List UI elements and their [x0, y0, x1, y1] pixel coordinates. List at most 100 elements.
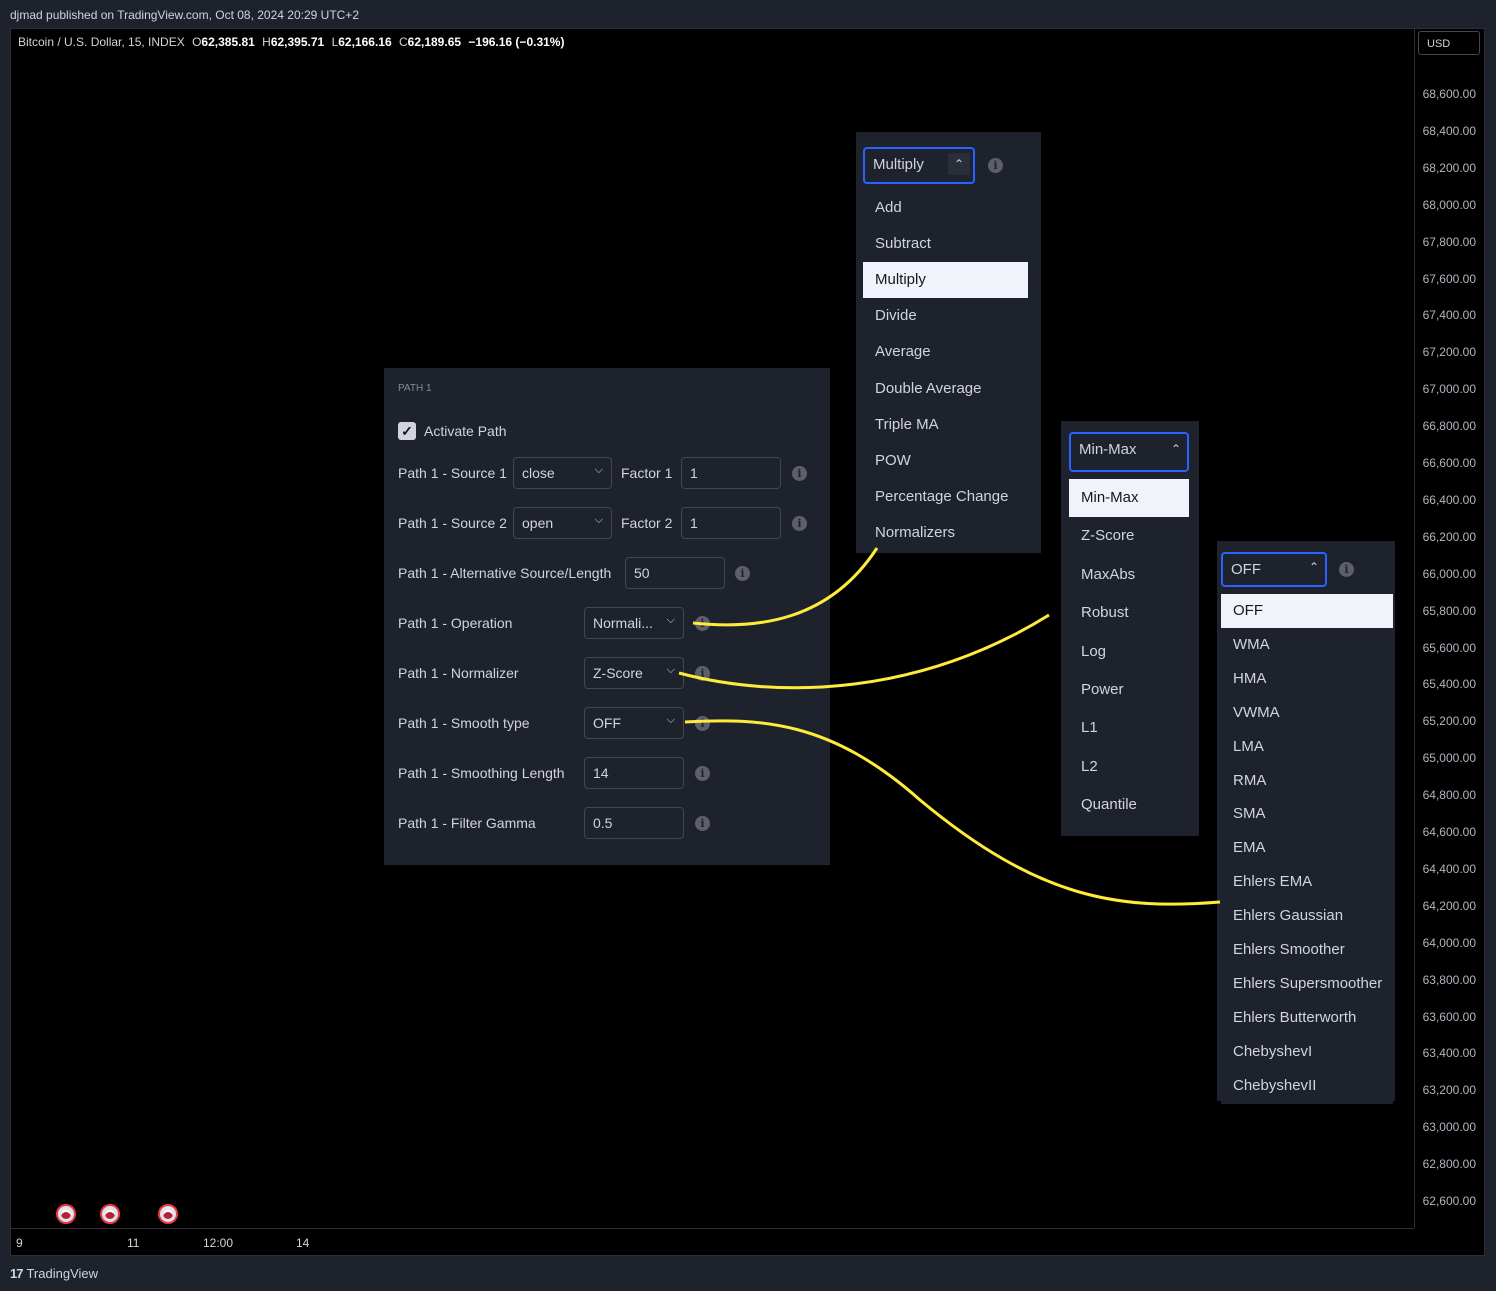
smooth-type-option[interactable]: Ehlers Butterworth: [1221, 1001, 1393, 1035]
normalizer-option[interactable]: Min-Max: [1069, 479, 1189, 518]
price-label: 63,400.00: [1422, 1046, 1476, 1061]
price-label: 65,200.00: [1422, 714, 1476, 729]
info-icon[interactable]: i: [1339, 562, 1354, 577]
source1-select[interactable]: close ⌵: [513, 457, 612, 489]
operation-option[interactable]: Multiply: [863, 262, 1028, 299]
smooth-type-select[interactable]: OFF ⌵: [584, 707, 684, 739]
us-flag-event-icon[interactable]: [158, 1204, 178, 1224]
price-axis[interactable]: 68,600.00 68,400.00 68,200.00 68,000.00 67,8…: [1414, 28, 1486, 1228]
price-label: 67,800.00: [1422, 234, 1476, 249]
operation-select[interactable]: Normali... ⌵: [584, 607, 684, 639]
operation-option[interactable]: Triple MA: [863, 407, 1028, 443]
normalizer-option[interactable]: MaxAbs: [1069, 556, 1189, 594]
operation-options: Add Subtract Multiply Divide Average Double A…: [863, 190, 1028, 550]
price-label: 64,800.00: [1422, 788, 1476, 803]
operation-option[interactable]: Normalizers: [863, 515, 1028, 551]
ohlc-change: −196.16 (−0.31%): [468, 35, 565, 49]
us-flag-event-icon[interactable]: [56, 1204, 76, 1224]
chevron-down-icon: ⌵: [666, 714, 675, 726]
smooth-type-label: Path 1 - Smooth type: [398, 715, 530, 731]
ohlc-high: H62,395.71: [262, 35, 325, 49]
smooth-type-option[interactable]: VWMA: [1221, 696, 1393, 730]
price-label: 68,000.00: [1422, 197, 1476, 212]
price-label: 64,400.00: [1422, 861, 1476, 876]
factor1-input[interactable]: 1: [681, 457, 781, 489]
price-label: 62,800.00: [1422, 1157, 1476, 1172]
price-label: 64,600.00: [1422, 825, 1476, 839]
source2-select[interactable]: open ⌵: [513, 507, 612, 539]
info-icon[interactable]: i: [735, 566, 750, 581]
chevron-down-icon: ⌵: [666, 664, 675, 676]
smooth-type-option[interactable]: Ehlers Smoother: [1221, 933, 1393, 967]
price-label: 63,800.00: [1422, 972, 1476, 987]
filter-gamma-input[interactable]: 0.5: [584, 807, 684, 839]
factor1-label: Factor 1: [621, 465, 673, 481]
normalizer-option[interactable]: Z-Score: [1069, 517, 1189, 555]
operation-option[interactable]: POW: [863, 443, 1028, 479]
chevron-down-icon: ⌵: [594, 464, 603, 476]
operation-dropdown-select[interactable]: Multiply ⌃: [863, 147, 975, 184]
normalizer-option[interactable]: L2: [1069, 748, 1189, 786]
source1-label: Path 1 - Source 1: [398, 465, 507, 481]
activate-path-checkbox[interactable]: ✓: [398, 422, 416, 440]
normalizer-option[interactable]: Power: [1069, 671, 1189, 709]
normalizer-option[interactable]: Log: [1069, 633, 1189, 671]
smooth-type-option[interactable]: ChebyshevI: [1221, 1035, 1393, 1069]
price-label: 64,000.00: [1422, 935, 1476, 950]
price-label: 63,600.00: [1422, 1009, 1476, 1024]
factor2-input[interactable]: 1: [681, 507, 781, 539]
normalizer-dropdown-select[interactable]: Min-Max ⌃: [1069, 432, 1189, 472]
operation-option[interactable]: Average: [863, 334, 1028, 370]
normalizer-option[interactable]: L1: [1069, 709, 1189, 747]
time-label: 12:00: [203, 1236, 234, 1250]
info-icon[interactable]: i: [792, 466, 807, 481]
time-label: 9: [16, 1236, 23, 1250]
us-flag-event-icon[interactable]: [100, 1204, 120, 1224]
operation-option[interactable]: Double Average: [863, 371, 1028, 407]
smooth-type-option[interactable]: SMA: [1221, 797, 1393, 831]
normalizer-select[interactable]: Z-Score ⌵: [584, 657, 684, 689]
smooth-type-option[interactable]: ChebyshevII: [1221, 1069, 1393, 1103]
smooth-type-option[interactable]: HMA: [1221, 662, 1393, 696]
time-axis[interactable]: 9 11 12:00 14: [10, 1228, 1414, 1256]
symbol-legend: Bitcoin / U.S. Dollar, 15, INDEX O62,385…: [18, 35, 564, 49]
info-icon[interactable]: i: [695, 716, 710, 731]
price-label: 63,200.00: [1422, 1083, 1476, 1098]
operation-option[interactable]: Subtract: [863, 226, 1028, 262]
price-label: 66,600.00: [1422, 456, 1476, 470]
smooth-type-option[interactable]: EMA: [1221, 831, 1393, 865]
section-title: PATH 1: [398, 383, 432, 394]
activate-path-label: Activate Path: [424, 423, 507, 439]
normalizer-dropdown: Min-Max ⌃ Min-Max Z-Score MaxAbs Robust Log P…: [1061, 421, 1199, 836]
smoothing-length-input[interactable]: 14: [584, 757, 684, 789]
symbol-name[interactable]: Bitcoin / U.S. Dollar, 15, INDEX: [18, 35, 185, 49]
checkmark-icon: ✓: [401, 423, 413, 439]
operation-option[interactable]: Percentage Change: [863, 479, 1028, 515]
info-icon[interactable]: i: [695, 666, 710, 681]
info-icon[interactable]: i: [792, 516, 807, 531]
price-label: 68,600.00: [1422, 87, 1476, 101]
operation-option[interactable]: Divide: [863, 298, 1028, 334]
publish-bar: djmad published on TradingView.com, Oct …: [0, 0, 1496, 28]
info-icon[interactable]: i: [695, 766, 710, 781]
tradingview-footer: 17 TradingView: [10, 1266, 98, 1281]
info-icon[interactable]: i: [988, 158, 1003, 173]
smooth-type-dropdown-select[interactable]: OFF ⌃: [1221, 552, 1327, 587]
smooth-type-option[interactable]: Ehlers EMA: [1221, 865, 1393, 899]
smooth-type-option[interactable]: OFF: [1221, 594, 1393, 628]
smooth-type-option[interactable]: Ehlers Gaussian: [1221, 899, 1393, 933]
smooth-type-option[interactable]: WMA: [1221, 628, 1393, 662]
price-label: 65,000.00: [1422, 751, 1476, 766]
smooth-type-option[interactable]: LMA: [1221, 730, 1393, 764]
normalizer-option[interactable]: Robust: [1069, 594, 1189, 632]
price-label: 64,200.00: [1422, 898, 1476, 913]
operation-option[interactable]: Add: [863, 190, 1028, 226]
price-label: 63,000.00: [1422, 1120, 1476, 1135]
publish-info: djmad published on TradingView.com, Oct …: [10, 8, 359, 22]
info-icon[interactable]: i: [695, 616, 710, 631]
normalizer-option[interactable]: Quantile: [1069, 786, 1189, 824]
info-icon[interactable]: i: [695, 816, 710, 831]
smooth-type-option[interactable]: RMA: [1221, 764, 1393, 798]
alt-source-input[interactable]: 50: [625, 557, 725, 589]
smooth-type-option[interactable]: Ehlers Supersmoother: [1221, 967, 1393, 1001]
